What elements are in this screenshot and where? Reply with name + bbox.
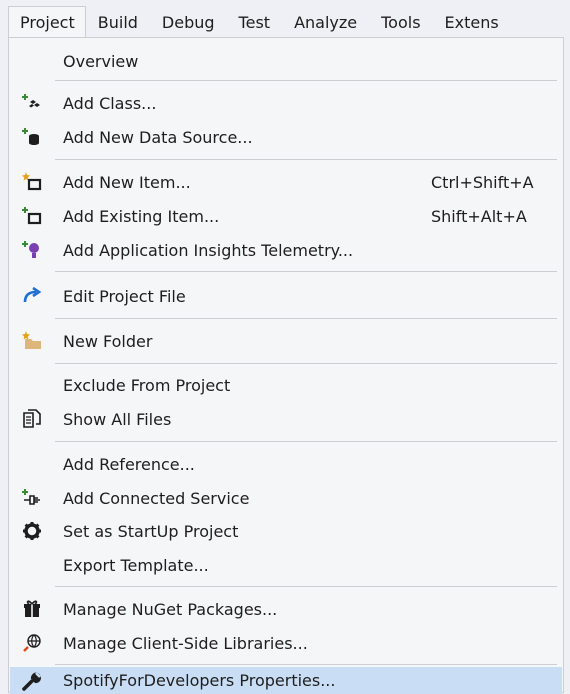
- separator: [55, 363, 557, 364]
- menu-item-label: Add Connected Service: [63, 488, 250, 508]
- menu-item-label: Edit Project File: [63, 286, 186, 306]
- menu-analyze[interactable]: Analyze: [282, 7, 369, 38]
- menu-item-show-all-files[interactable]: Show All Files: [10, 402, 562, 436]
- menu-bar: Project Build Debug Test Analyze Tools E…: [0, 0, 570, 38]
- menu-item-label: Add Reference...: [63, 454, 195, 474]
- menu-item-label: SpotifyForDevelopers Properties...: [63, 671, 336, 690]
- menu-item-label: Manage Client-Side Libraries...: [63, 633, 308, 653]
- edit-project-file-icon: [22, 286, 42, 306]
- menu-item-label: Manage NuGet Packages...: [63, 599, 278, 619]
- menu-item-label: Overview: [63, 51, 139, 71]
- menu-item-add-connected-service[interactable]: Add Connected Service: [10, 481, 562, 515]
- separator: [55, 80, 557, 81]
- menu-debug[interactable]: Debug: [150, 7, 227, 38]
- menu-item-manage-client-libraries[interactable]: Manage Client-Side Libraries...: [10, 626, 562, 660]
- menu-test[interactable]: Test: [227, 7, 283, 38]
- menu-item-new-folder[interactable]: New Folder: [10, 324, 562, 358]
- nuget-icon: [22, 599, 42, 619]
- separator: [55, 318, 557, 319]
- add-data-source-icon: [22, 127, 42, 147]
- client-libraries-icon: [22, 633, 42, 653]
- wrench-icon: [22, 671, 42, 691]
- add-class-icon: [22, 93, 42, 113]
- menu-item-overview[interactable]: Overview: [10, 44, 562, 78]
- menu-item-set-startup-project[interactable]: Set as StartUp Project: [10, 514, 562, 548]
- menu-item-add-data-source[interactable]: Add New Data Source...: [10, 120, 562, 154]
- add-new-item-icon: [22, 172, 42, 192]
- show-all-files-icon: [22, 409, 42, 429]
- menu-item-add-existing-item[interactable]: Add Existing Item... Shift+Alt+A: [10, 199, 562, 233]
- menu-item-label: Export Template...: [63, 555, 209, 575]
- shortcut-text: Shift+Alt+A: [431, 206, 527, 226]
- separator: [55, 271, 557, 272]
- menu-item-label: Set as StartUp Project: [63, 521, 239, 541]
- project-dropdown-menu: Overview Add Class... Add New Data Sourc…: [8, 37, 564, 694]
- separator: [55, 664, 557, 665]
- menu-build[interactable]: Build: [86, 7, 150, 38]
- separator: [55, 159, 557, 160]
- connected-service-icon: [22, 488, 42, 508]
- menu-item-add-app-insights[interactable]: Add Application Insights Telemetry...: [10, 233, 562, 267]
- menu-item-label: New Folder: [63, 331, 153, 351]
- menu-item-label: Add New Data Source...: [63, 127, 253, 147]
- gear-icon: [22, 521, 42, 541]
- menu-item-label: Add New Item...: [63, 172, 191, 192]
- separator: [55, 586, 557, 587]
- menu-item-add-class[interactable]: Add Class...: [10, 86, 562, 120]
- menu-item-add-new-item[interactable]: Add New Item... Ctrl+Shift+A: [10, 165, 562, 199]
- menu-extensions[interactable]: Extens: [433, 7, 511, 38]
- menu-item-label: Exclude From Project: [63, 375, 231, 395]
- app-insights-icon: [22, 240, 42, 260]
- menu-item-add-reference[interactable]: Add Reference...: [10, 447, 562, 481]
- menu-item-label: Add Application Insights Telemetry...: [63, 240, 354, 260]
- separator: [55, 441, 557, 442]
- add-existing-item-icon: [22, 206, 42, 226]
- menu-item-project-properties[interactable]: SpotifyForDevelopers Properties...: [10, 667, 562, 694]
- menu-item-exclude-from-project[interactable]: Exclude From Project: [10, 368, 562, 402]
- menu-item-label: Add Class...: [63, 93, 157, 113]
- menu-item-label: Show All Files: [63, 409, 172, 429]
- menu-item-export-template[interactable]: Export Template...: [10, 548, 562, 582]
- menu-project[interactable]: Project: [8, 6, 86, 38]
- menu-item-manage-nuget[interactable]: Manage NuGet Packages...: [10, 592, 562, 626]
- shortcut-text: Ctrl+Shift+A: [431, 172, 534, 192]
- new-folder-icon: [22, 331, 42, 351]
- menu-tools[interactable]: Tools: [369, 7, 432, 38]
- menu-item-label: Add Existing Item...: [63, 206, 220, 226]
- menu-item-edit-project-file[interactable]: Edit Project File: [10, 279, 562, 313]
